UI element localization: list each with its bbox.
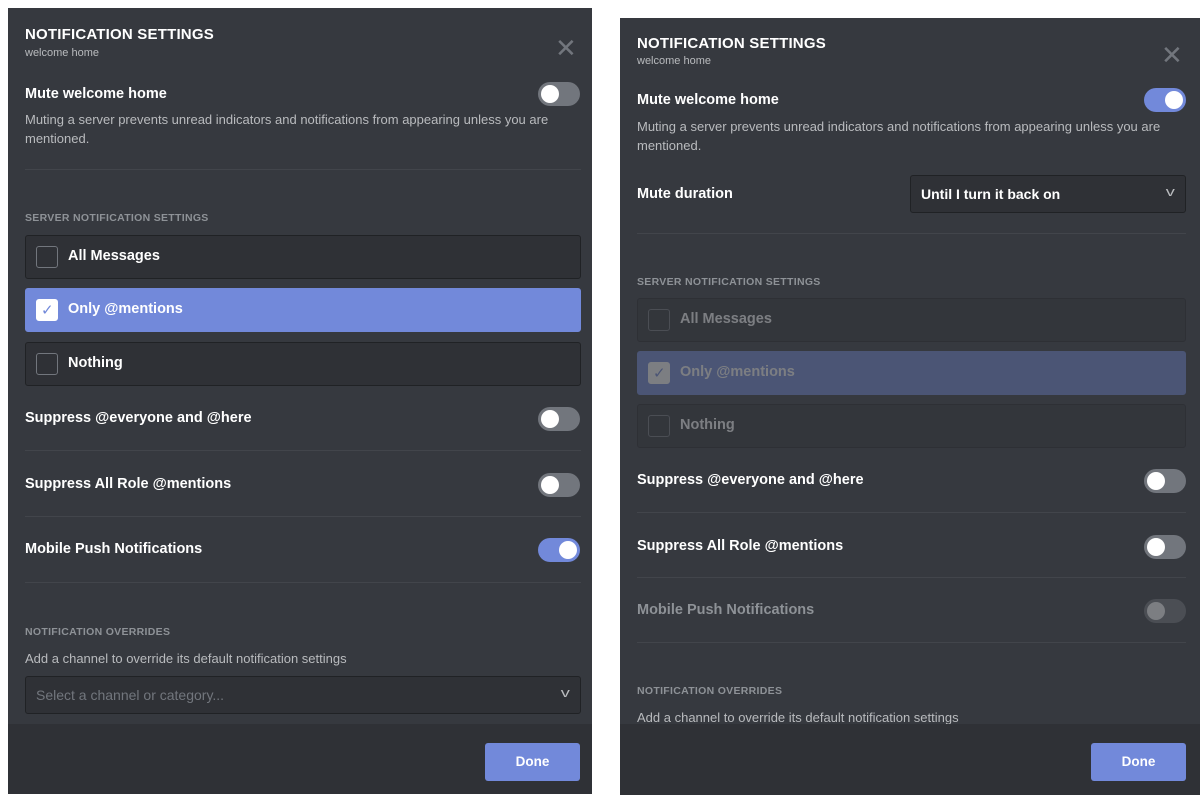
mobile-push-label: Mobile Push Notifications xyxy=(25,541,203,557)
channel-select-placeholder: Select a channel or category... xyxy=(36,687,225,703)
mute-duration-select[interactable]: Until I turn it back on v xyxy=(910,175,1186,213)
checkmark-icon: ✓ xyxy=(653,365,666,382)
notification-overrides-heading: NOTIFICATION OVERRIDES xyxy=(637,685,783,697)
divider xyxy=(637,642,1186,643)
mute-server-toggle[interactable] xyxy=(538,82,580,106)
text: and xyxy=(784,472,819,488)
mute-server-label: Mute welcome home xyxy=(637,92,779,108)
toggle-knob xyxy=(1165,91,1183,109)
mute-server-label: Mute welcome home xyxy=(25,86,167,102)
close-icon[interactable]: ✕ xyxy=(1161,42,1183,68)
mute-duration-value: Until I turn it back on xyxy=(921,186,1061,202)
text: @everyone xyxy=(95,410,173,426)
option-label: All Messages xyxy=(68,248,160,264)
divider xyxy=(25,169,581,170)
mobile-push-toggle[interactable] xyxy=(538,538,580,562)
divider xyxy=(637,512,1186,513)
overrides-description: Add a channel to override its default no… xyxy=(25,651,347,666)
checkbox xyxy=(36,246,58,268)
close-icon[interactable]: ✕ xyxy=(555,35,577,61)
text: @here xyxy=(818,472,864,488)
divider xyxy=(637,233,1186,234)
suppress-everyone-label: Suppress @everyone and @here xyxy=(637,472,864,488)
mobile-push-label: Mobile Push Notifications xyxy=(637,602,815,618)
checkbox xyxy=(648,415,670,437)
modal-title: NOTIFICATION SETTINGS xyxy=(25,26,214,43)
server-notification-settings-heading: SERVER NOTIFICATION SETTINGS xyxy=(25,212,209,224)
divider xyxy=(25,582,581,583)
toggle-knob xyxy=(541,85,559,103)
option-label: Nothing xyxy=(68,355,123,371)
option-only-mentions[interactable]: ✓ Only @mentions xyxy=(637,351,1186,395)
mute-description: Muting a server prevents unread indicato… xyxy=(637,119,1161,153)
suppress-everyone-toggle[interactable] xyxy=(1144,469,1186,493)
modal-footer: Done xyxy=(620,724,1200,795)
mute-prefix: Mute xyxy=(637,92,675,108)
toggle-knob xyxy=(1147,538,1165,556)
text: @here xyxy=(206,410,252,426)
option-all-messages[interactable]: All Messages xyxy=(25,235,581,279)
notification-settings-modal-muted: NOTIFICATION SETTINGS welcome home ✕ Mut… xyxy=(620,18,1200,795)
suppress-roles-toggle[interactable] xyxy=(538,473,580,497)
mute-server-name: welcome home xyxy=(674,92,779,108)
mobile-push-toggle[interactable] xyxy=(1144,599,1186,623)
suppress-everyone-label: Suppress @everyone and @here xyxy=(25,410,252,426)
mute-server-toggle[interactable] xyxy=(1144,88,1186,112)
divider xyxy=(25,516,581,517)
option-label: All Messages xyxy=(680,311,772,327)
toggle-knob xyxy=(541,476,559,494)
done-button[interactable]: Done xyxy=(485,743,580,781)
modal-footer: Done xyxy=(8,724,592,794)
option-nothing[interactable]: Nothing xyxy=(637,404,1186,448)
toggle-knob xyxy=(559,541,577,559)
mute-prefix: Mute xyxy=(25,86,63,102)
server-notification-settings-heading: SERVER NOTIFICATION SETTINGS xyxy=(637,276,821,288)
channel-select[interactable]: Select a channel or category... v xyxy=(25,676,581,714)
text: Suppress xyxy=(637,472,708,488)
done-button[interactable]: Done xyxy=(1091,743,1186,781)
suppress-roles-toggle[interactable] xyxy=(1144,535,1186,559)
checkbox-checked: ✓ xyxy=(36,299,58,321)
modal-subtitle: welcome home xyxy=(25,47,99,59)
suppress-roles-label: Suppress All Role @mentions xyxy=(637,538,844,554)
text: Suppress xyxy=(25,410,96,426)
text: and xyxy=(172,410,207,426)
mute-server-name: welcome home xyxy=(62,86,167,102)
option-all-messages[interactable]: All Messages xyxy=(637,298,1186,342)
chevron-down-icon: v xyxy=(560,685,570,700)
option-nothing[interactable]: Nothing xyxy=(25,342,581,386)
notification-overrides-heading: NOTIFICATION OVERRIDES xyxy=(25,626,171,638)
option-only-mentions[interactable]: ✓ Only @mentions xyxy=(25,288,581,332)
divider xyxy=(25,450,581,451)
text: @everyone xyxy=(707,472,785,488)
suppress-roles-label: Suppress All Role @mentions xyxy=(25,476,232,492)
suppress-everyone-toggle[interactable] xyxy=(538,407,580,431)
option-label: Only @mentions xyxy=(680,364,795,380)
mute-duration-label: Mute duration xyxy=(637,186,733,202)
mute-description: Muting a server prevents unread indicato… xyxy=(25,112,549,146)
modal-title: NOTIFICATION SETTINGS xyxy=(637,35,826,52)
checkbox xyxy=(36,353,58,375)
modal-subtitle: welcome home xyxy=(637,55,711,67)
toggle-knob xyxy=(541,410,559,428)
toggle-knob xyxy=(1147,472,1165,490)
option-label: Nothing xyxy=(680,417,735,433)
toggle-knob xyxy=(1147,602,1165,620)
notification-settings-modal-unmuted: NOTIFICATION SETTINGS welcome home ✕ Mut… xyxy=(8,8,592,794)
checkbox-checked: ✓ xyxy=(648,362,670,384)
option-label: Only @mentions xyxy=(68,301,183,317)
checkbox xyxy=(648,309,670,331)
checkmark-icon: ✓ xyxy=(41,302,54,319)
divider xyxy=(637,577,1186,578)
chevron-down-icon: v xyxy=(1165,184,1175,199)
